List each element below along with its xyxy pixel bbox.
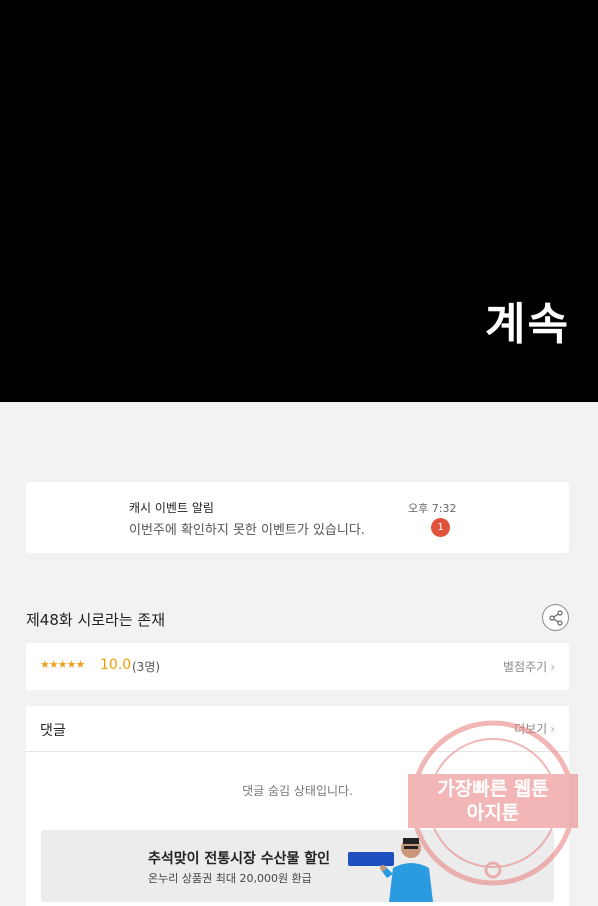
episode-title: 제48화 시로라는 존재 (26, 611, 166, 629)
chevron-right-icon: › (550, 660, 555, 674)
watermark-text: 가장빠른 웹툰 아지툰 (408, 774, 578, 828)
share-button[interactable] (542, 604, 569, 631)
ad-title: 추석맞이 전통시장 수산물 할인 (148, 851, 331, 867)
notification-time: 오후 7:32 (408, 502, 457, 515)
comic-panel-text: 계속 (485, 299, 570, 350)
rate-button-label: 별점주기 (503, 660, 548, 674)
star-rating-icon: ★★★★★ (40, 658, 85, 671)
rate-button[interactable]: 별점주기 › (503, 658, 555, 675)
rating-score: 10.0 (100, 657, 132, 673)
notification-message: 이번주에 확인하지 못한 이벤트가 있습니다. (129, 523, 365, 538)
comic-panel: 계속 (0, 0, 598, 402)
rating-card: ★★★★★ 10.0 (3명) 별점주기 › (26, 643, 569, 690)
share-icon (549, 610, 563, 626)
comments-title: 댓글 (40, 723, 66, 739)
notification-title: 캐시 이벤트 알림 (129, 501, 214, 515)
rating-count: (3명) (132, 660, 161, 674)
notification-badge: 1 (431, 518, 450, 537)
ad-subtitle: 온누리 상품권 최대 20,000원 환급 (148, 872, 312, 885)
notification-card[interactable]: 캐시 이벤트 알림 이번주에 확인하지 못한 이벤트가 있습니다. 오후 7:3… (26, 482, 569, 553)
watermark-stamp: 가장빠른 웹툰 아지툰 (408, 718, 578, 888)
